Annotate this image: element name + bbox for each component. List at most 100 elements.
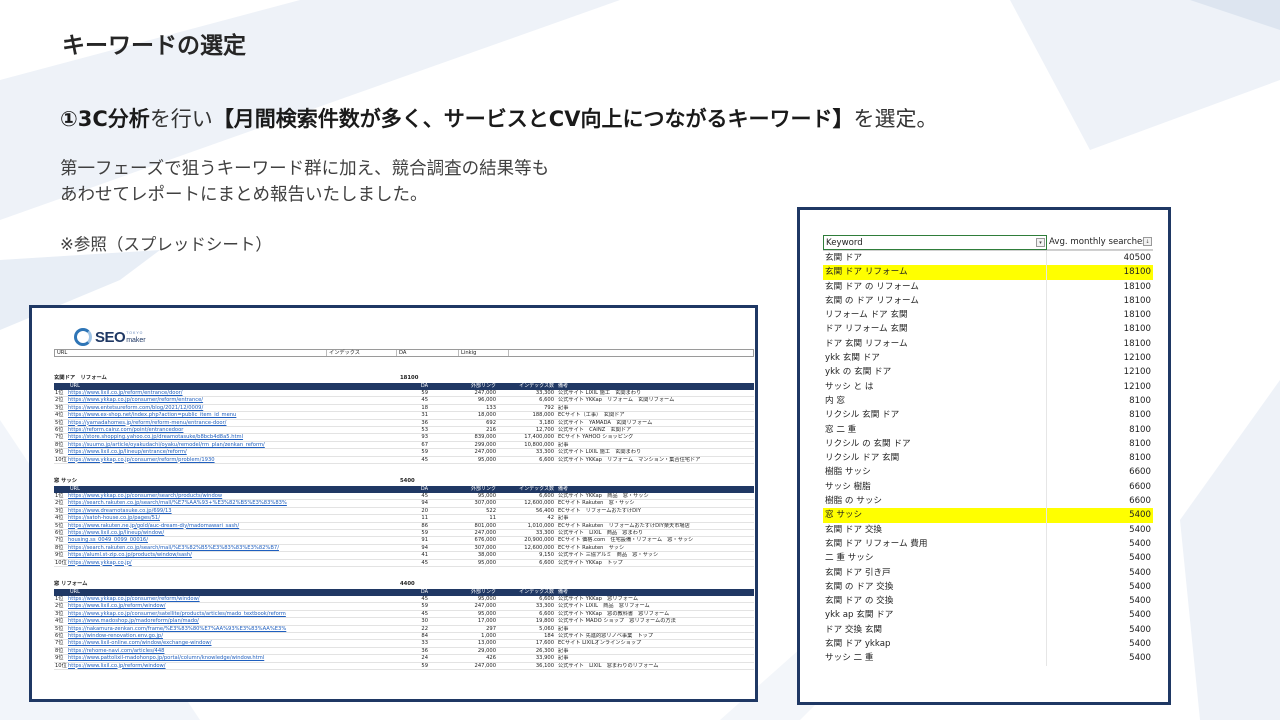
index-cell: 36,100 bbox=[535, 662, 554, 669]
da-cell: 41 bbox=[421, 552, 428, 559]
url-link[interactable]: https://www.ex-shop.net/index.php?action… bbox=[68, 412, 330, 418]
url-link[interactable]: https://www.lixil.co.jp/lineup/window/ bbox=[68, 530, 330, 536]
note-cell: 公式サイト YKKap トップ bbox=[558, 559, 623, 566]
keyword-column-header[interactable]: Keyword ▾ bbox=[823, 235, 1047, 250]
volume-column-header[interactable]: Avg. monthly searches ↓ bbox=[1047, 235, 1153, 250]
url-link[interactable]: housing.ss_0049_0099_00016/ bbox=[68, 537, 330, 543]
url-link[interactable]: https://reform.cainz.com/point/entranced… bbox=[68, 427, 330, 433]
keyword-cell: 玄関 ドア 引き戸 bbox=[823, 565, 1047, 580]
da-cell: 24 bbox=[421, 655, 428, 662]
block-title: 玄関ドア リフォーム 18100 bbox=[54, 374, 754, 383]
url-link[interactable]: https://www.ykkap.co.jp/consumer/reform/… bbox=[68, 596, 330, 602]
col-header-cell: 外部リンク bbox=[470, 589, 496, 595]
url-link[interactable]: https://www.entetsureform.com/blog/2021/… bbox=[68, 405, 330, 411]
keyword-table: Keyword ▾ Avg. monthly searches ↓ 玄関 ドア 405… bbox=[823, 235, 1153, 666]
search-volume-cell: 6600 bbox=[1129, 496, 1151, 507]
index-cell: 6,600 bbox=[539, 397, 554, 404]
rank-cell: 7位 bbox=[55, 434, 64, 441]
url-link[interactable]: https://www.pattolixil-madohonpo.jp/port… bbox=[68, 655, 330, 661]
da-cell: 45 bbox=[421, 493, 428, 499]
backlink-cell: 692 bbox=[486, 419, 496, 426]
url-link[interactable]: https://www.ykkap.co.jp/consumer/reform/… bbox=[68, 397, 330, 403]
block-keyword: 窓 サッシ bbox=[54, 478, 78, 484]
url-link[interactable]: https://www.ykkap.co.jp/ bbox=[68, 560, 330, 566]
table-row: 8位 https://suumo.jp/article/oyakudachi/oy… bbox=[54, 441, 754, 450]
header-da: DA bbox=[397, 350, 459, 356]
table-row: 5位 https://www.rakuten.ne.jp/gold/auc-dre… bbox=[54, 523, 754, 530]
logo-tiny: TOKYO bbox=[126, 331, 144, 335]
url-link[interactable]: https://store.shopping.yahoo.co.jp/dream… bbox=[68, 434, 330, 440]
col-header-cell: インデックス数 bbox=[519, 383, 554, 389]
url-link[interactable]: https://www.madoshop.jp/madoreform/plan/… bbox=[68, 618, 330, 624]
url-link[interactable]: https://www.lixil-online.com/window/exch… bbox=[68, 640, 330, 646]
rank-cell: 2位 bbox=[55, 603, 64, 610]
keyword-cell: ドア 交換 玄関 bbox=[823, 622, 1047, 638]
col-header-cell: URL bbox=[70, 486, 80, 492]
backlink-cell: 801,000 bbox=[474, 522, 496, 529]
url-link[interactable]: https://www.ykkap.co.jp/consumer/reform/… bbox=[68, 457, 330, 463]
rank-cell: 7位 bbox=[55, 537, 64, 544]
da-cell: 86 bbox=[421, 522, 428, 529]
da-cell: 53 bbox=[421, 426, 428, 433]
url-link[interactable]: https://www.lixil.co.jp/reform/window/ bbox=[68, 603, 330, 609]
description-line-2: あわせてレポートにまとめ報告いたしました。 bbox=[60, 185, 428, 205]
keyword-row: ykk の 玄関 ドア 12100 bbox=[823, 365, 1153, 380]
url-link[interactable]: https://www.lixil.co.jp/reform/entrance/… bbox=[68, 390, 330, 396]
index-cell: 56,400 bbox=[535, 507, 554, 514]
keyword-row: ykk ap 玄関 ドア 5400 bbox=[823, 608, 1153, 623]
url-link[interactable]: https://search.rakuten.co.jp/search/mall… bbox=[68, 500, 330, 506]
url-link[interactable]: https://suumo.jp/article/oyakudachi/oyak… bbox=[68, 442, 330, 448]
url-link[interactable]: https://www.rakuten.ne.jp/gold/auc-dream… bbox=[68, 523, 330, 529]
rank-cell: 3位 bbox=[55, 610, 64, 617]
sort-icon[interactable]: ↓ bbox=[1143, 237, 1152, 246]
keyword-cell: 内 窓 bbox=[823, 393, 1047, 409]
competitor-sheet-panel: SEO TOKYO maker URL インデックス DA Linkig 玄関ドア… bbox=[29, 305, 758, 702]
url-link[interactable]: https://yamadahomes.jp/reform/reform-men… bbox=[68, 420, 330, 426]
index-cell: 1,010,000 bbox=[527, 522, 554, 529]
keyword-cell: 玄関 ドア リフォーム 費用 bbox=[823, 536, 1047, 552]
index-cell: 33,300 bbox=[535, 603, 554, 610]
keyword-table-header: Keyword ▾ Avg. monthly searches ↓ bbox=[823, 235, 1153, 251]
rank-cell: 10位 bbox=[55, 456, 67, 463]
note-cell: 記事 bbox=[558, 441, 569, 448]
url-link[interactable]: https://www.lixil.co.jp/lineup/entrance/… bbox=[68, 449, 330, 455]
search-volume-cell: 5400 bbox=[1129, 538, 1151, 549]
search-volume-cell: 18100 bbox=[1123, 310, 1151, 321]
table-row: 6位 https://www.lixil.co.jp/lineup/window/… bbox=[54, 529, 754, 538]
backlink-cell: 95,000 bbox=[477, 493, 496, 499]
note-cell: 公式サイト 先進的窓リノベ事業 トップ bbox=[558, 632, 654, 639]
da-cell: 33 bbox=[421, 640, 428, 647]
backlink-cell: 247,000 bbox=[474, 529, 496, 536]
url-link[interactable]: https://www.ykkap.co.jp/consumer/search/… bbox=[68, 493, 330, 499]
col-rank bbox=[54, 589, 68, 596]
url-link[interactable]: https://window-renovation.env.go.jp/ bbox=[68, 633, 330, 639]
search-volume-cell: 18100 bbox=[1123, 338, 1151, 349]
url-link[interactable]: https://nakamura-zenkan.com/frame/%E3%83… bbox=[68, 626, 330, 632]
backlink-cell: 839,000 bbox=[474, 434, 496, 441]
url-link[interactable]: https://rehome-navi.com/articles/448 bbox=[68, 648, 330, 654]
search-volume-cell: 5400 bbox=[1129, 553, 1151, 564]
keyword-cell: ドア リフォーム 玄関 bbox=[823, 322, 1047, 337]
url-link[interactable]: https://www.ykkap.co.jp/consumer/satelli… bbox=[68, 611, 330, 617]
filter-dropdown-icon[interactable]: ▾ bbox=[1036, 238, 1045, 247]
keyword-block: 玄関ドア リフォーム 18100 URL DA 外部リンク インデックス数 備考 1位 http… bbox=[54, 374, 754, 464]
url-link[interactable]: https://satoh-house.co.jp/pages/51/ bbox=[68, 515, 330, 521]
da-cell: 59 bbox=[421, 603, 428, 610]
backlink-cell: 95,000 bbox=[477, 610, 496, 617]
index-cell: 10,800,000 bbox=[524, 441, 554, 448]
backlink-cell: 307,000 bbox=[474, 544, 496, 551]
rank-cell: 10位 bbox=[55, 559, 67, 566]
keyword-cell: 窓 二 重 bbox=[823, 422, 1047, 437]
table-row: 1位 https://www.ykkap.co.jp/consumer/refor… bbox=[54, 596, 754, 604]
url-link[interactable]: https://www.lixil.co.jp/reform/window/ bbox=[68, 663, 330, 669]
backlink-cell: 13,000 bbox=[477, 640, 496, 647]
keyword-row: リフォーム ドア 玄関 18100 bbox=[823, 308, 1153, 323]
keyword-row: 玄関 ドア 引き戸 5400 bbox=[823, 565, 1153, 580]
url-link[interactable]: https://www.dreamotasuke.co.jp/699/13 bbox=[68, 508, 330, 514]
url-link[interactable]: https://aluml.st-zip.co.jp/products/wind… bbox=[68, 552, 330, 558]
index-cell: 19,800 bbox=[535, 618, 554, 625]
keyword-cell: 玄関 ドア の 交換 bbox=[823, 594, 1047, 609]
url-link[interactable]: https://search.rakuten.co.jp/search/mall… bbox=[68, 545, 330, 551]
da-cell: 59 bbox=[421, 529, 428, 536]
index-cell: 188,000 bbox=[532, 412, 554, 419]
